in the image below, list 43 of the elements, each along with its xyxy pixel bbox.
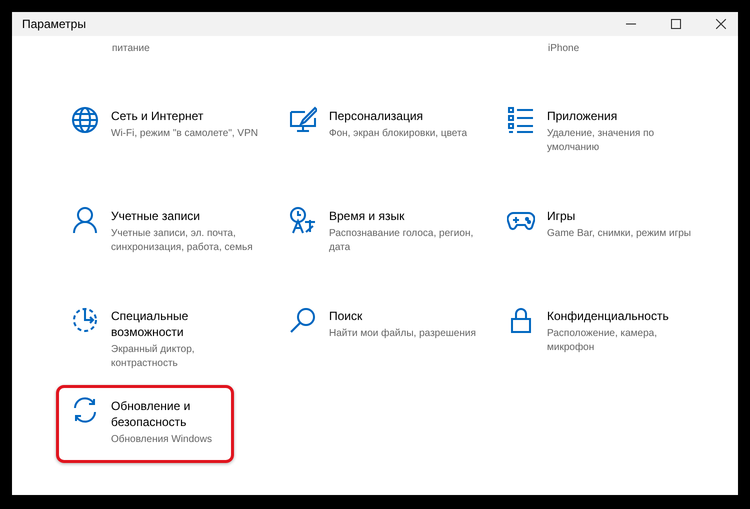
category-description: Найти мои файлы, разрешения — [329, 327, 476, 341]
category-title: Приложения — [547, 108, 618, 124]
refresh-icon — [71, 396, 99, 424]
category-description: Удаление, значения по умолчанию — [547, 127, 656, 155]
category-title: Сеть и Интернет — [111, 108, 204, 124]
category-item[interactable]: Игры Game Bar, снимки, режим игры — [492, 195, 706, 254]
monitor-pen-icon — [289, 106, 317, 134]
category-description: Распознавание голоса, регион, дата — [329, 227, 474, 255]
category-description: Game Bar, снимки, режим игры — [547, 227, 691, 241]
globe-icon — [71, 106, 99, 134]
category-item[interactable]: Конфиденциальность Расположение, камера, микрофон — [492, 295, 706, 368]
category-title: Учетные записи — [111, 208, 201, 224]
category-item[interactable]: Сеть и Интернет Wi-Fi, режим "в самолете", VPN — [56, 95, 270, 154]
category-description: iPhone — [548, 43, 580, 54]
category-item[interactable]: Обновление и безопасность Обновления Windows — [56, 385, 234, 463]
dashed-circle-icon — [71, 306, 99, 334]
category-title: Конфиденциальность — [547, 308, 670, 324]
category-item[interactable]: Приложения Удаление, значения по умолчанию — [492, 95, 706, 168]
category-description: Обновления Windows — [111, 433, 213, 447]
person-icon — [71, 206, 99, 234]
category-description: Фон, экран блокировки, цвета — [329, 127, 468, 141]
category-item[interactable]: Учетные записи Учетные записи, эл. почта, синхронизация, работа, семья — [56, 195, 270, 268]
list-icon — [507, 106, 535, 134]
category-description: Расположение, камера, микрофон — [547, 327, 658, 355]
close-icon[interactable] — [716, 19, 726, 29]
maximize-icon[interactable] — [671, 19, 681, 29]
category-item[interactable]: Поиск Найти мои файлы, разрешения — [274, 295, 488, 354]
category-title: Персонализация — [329, 108, 424, 124]
category-item[interactable]: Персонализация Фон, экран блокировки, цвета — [274, 95, 488, 154]
category-item[interactable]: Время и язык Распознавание голоса, регион, дата — [274, 195, 488, 268]
category-description: Wi-Fi, режим "в самолете", VPN — [111, 127, 258, 141]
category-title: Поиск — [329, 308, 364, 324]
category-title: Специальные возможности — [111, 308, 190, 340]
clock-letter-icon — [289, 206, 317, 234]
category-title: Игры — [547, 208, 576, 224]
category-title: Обновление и безопасность — [111, 398, 192, 430]
window-title: Параметры — [22, 17, 86, 31]
category-description: питание — [112, 43, 150, 54]
category-description: Экранный диктор, контрастность — [111, 343, 196, 371]
category-item[interactable]: Специальные возможности Экранный диктор, контрастность — [56, 295, 270, 384]
search-icon — [289, 306, 317, 334]
category-description: Учетные записи, эл. почта, синхронизация, работа, семья — [111, 227, 254, 255]
category-title: Время и язык — [329, 208, 406, 224]
